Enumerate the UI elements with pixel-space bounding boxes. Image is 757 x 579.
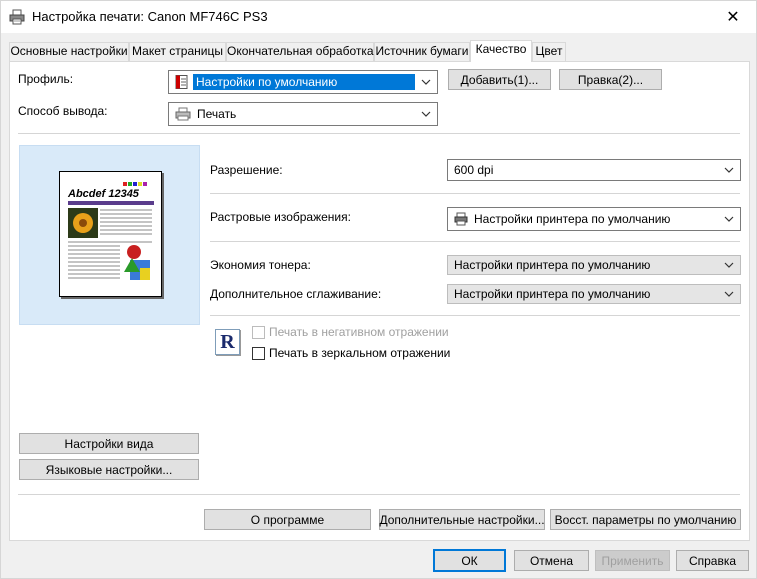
chevron-down-icon — [724, 262, 734, 268]
toner-saving-value: Настройки принтера по умолчанию — [454, 258, 651, 272]
cancel-button[interactable]: Отмена — [514, 550, 589, 571]
printer-icon — [175, 107, 191, 121]
chevron-down-icon — [421, 79, 431, 85]
checkbox-box[interactable] — [252, 346, 265, 360]
add-profile-button[interactable]: Добавить(1)... — [448, 69, 551, 90]
toner-saving-select[interactable]: Настройки принтера по умолчанию — [447, 255, 741, 275]
chevron-down-icon — [724, 167, 734, 173]
mirror-print-label: Печать в зеркальном отражении — [269, 346, 451, 360]
window-title: Настройка печати: Canon MF746C PS3 — [32, 9, 268, 24]
print-settings-window: Настройка печати: Canon MF746C PS3 ✕ Осн… — [0, 0, 757, 579]
separator — [18, 133, 740, 134]
printer-icon — [9, 9, 25, 25]
quality-tab-panel: Профиль: Настройки по умолчанию Добавить… — [9, 61, 750, 541]
checkbox-box[interactable] — [252, 325, 265, 339]
tab-page-layout[interactable]: Макет страницы — [129, 42, 226, 61]
restore-defaults-button[interactable]: Восст. параметры по умолчанию — [550, 509, 741, 530]
smoothing-value: Настройки принтера по умолчанию — [454, 287, 651, 301]
mirror-print-checkbox[interactable]: Печать в зеркальном отражении — [252, 346, 450, 360]
close-icon: ✕ — [726, 8, 740, 26]
profile-label: Профиль: — [18, 72, 74, 86]
smoothing-select[interactable]: Настройки принтера по умолчанию — [447, 284, 741, 304]
advanced-settings-button[interactable]: Дополнительные настройки... — [379, 509, 545, 530]
profile-value: Настройки по умолчанию — [193, 74, 415, 90]
tab-color[interactable]: Цвет — [532, 42, 566, 61]
separator — [210, 193, 740, 194]
negative-print-label: Печать в негативном отражении — [269, 325, 449, 339]
ok-button[interactable]: ОК — [433, 549, 506, 572]
output-method-select[interactable]: Печать — [168, 102, 438, 126]
help-button[interactable]: Справка — [676, 550, 749, 571]
raster-images-value: Настройки принтера по умолчанию — [474, 212, 671, 226]
edit-profile-button[interactable]: Правка(2)... — [559, 69, 662, 90]
resolution-select[interactable]: 600 dpi — [447, 159, 741, 181]
mirror-preview-icon: R — [215, 329, 240, 355]
about-button[interactable]: О программе — [204, 509, 371, 530]
negative-print-checkbox[interactable]: Печать в негативном отражении — [252, 325, 449, 339]
chevron-down-icon — [724, 291, 734, 297]
tab-finishing[interactable]: Окончательная обработка — [226, 42, 374, 61]
raster-images-label: Растровые изображения: — [210, 210, 351, 224]
preview-illustration — [68, 182, 154, 280]
profile-icon — [175, 75, 188, 89]
chevron-down-icon — [421, 111, 431, 117]
separator — [210, 315, 740, 316]
language-settings-button[interactable]: Языковые настройки... — [19, 459, 199, 480]
profile-select[interactable]: Настройки по умолчанию — [168, 70, 438, 94]
raster-images-select[interactable]: Настройки принтера по умолчанию — [447, 207, 741, 231]
preview-area: Abcdef 12345 — [19, 145, 200, 325]
resolution-label: Разрешение: — [210, 163, 283, 177]
separator — [210, 241, 740, 242]
preview-page: Abcdef 12345 — [59, 171, 162, 297]
tab-quality[interactable]: Качество — [470, 40, 532, 62]
output-method-value: Печать — [197, 107, 237, 121]
tab-basic-settings[interactable]: Основные настройки — [9, 42, 129, 61]
apply-button[interactable]: Применить — [595, 550, 670, 571]
smoothing-label: Дополнительное сглаживание: — [210, 287, 382, 301]
close-button[interactable]: ✕ — [710, 1, 756, 32]
toner-saving-label: Экономия тонера: — [210, 258, 311, 272]
tab-paper-source[interactable]: Источник бумаги — [374, 42, 470, 61]
resolution-value: 600 dpi — [454, 163, 494, 177]
separator — [18, 494, 740, 495]
printer-settings-icon — [454, 212, 468, 226]
chevron-down-icon — [724, 216, 734, 222]
output-method-label: Способ вывода: — [18, 104, 108, 118]
view-settings-button[interactable]: Настройки вида — [19, 433, 199, 454]
title-bar: Настройка печати: Canon MF746C PS3 ✕ — [1, 1, 756, 33]
